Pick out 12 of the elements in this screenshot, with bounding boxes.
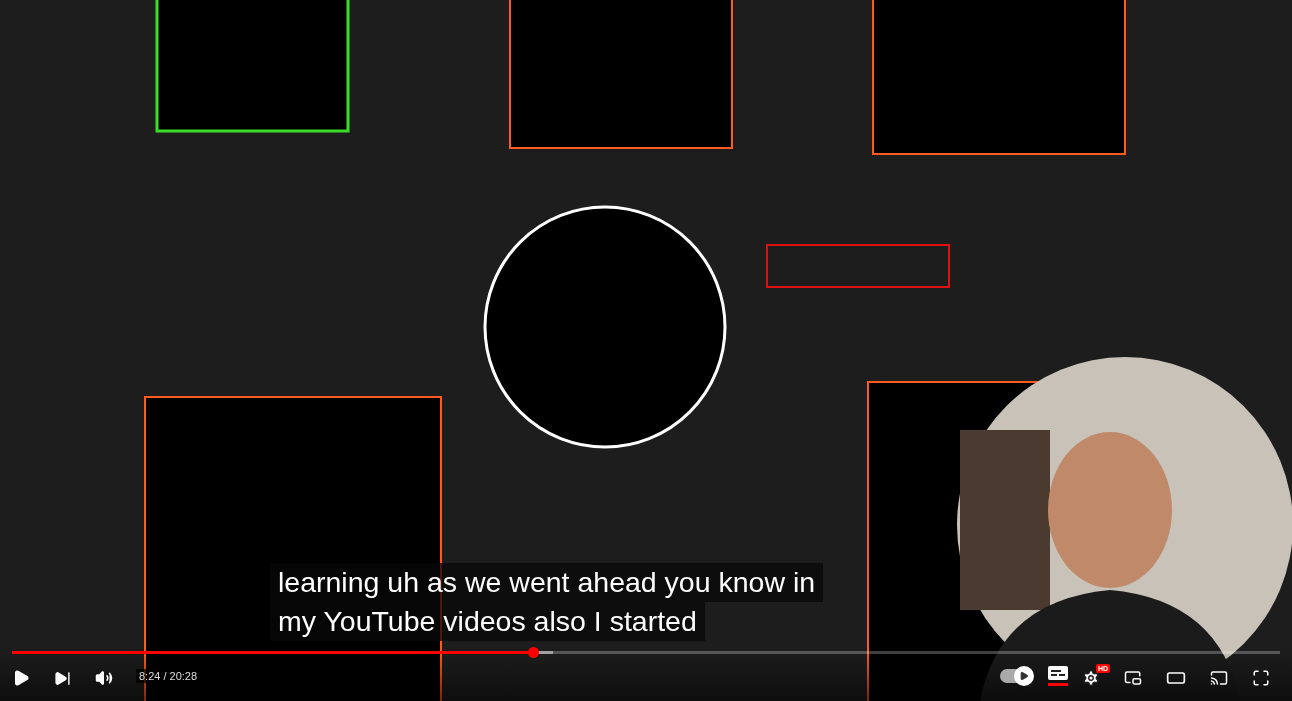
play-icon <box>1019 671 1029 681</box>
miniplayer-icon <box>1124 669 1142 687</box>
skip-next-icon <box>54 669 71 687</box>
settings-icon <box>1082 669 1100 687</box>
cast-icon <box>1210 669 1228 687</box>
captions-button[interactable] <box>1048 666 1068 686</box>
captions-icon <box>1048 666 1068 680</box>
play-icon <box>12 669 30 687</box>
autoplay-toggle[interactable] <box>1000 666 1034 686</box>
fullscreen-icon <box>1252 669 1270 687</box>
volume-icon <box>95 669 113 687</box>
scrubber-handle[interactable] <box>528 647 540 658</box>
